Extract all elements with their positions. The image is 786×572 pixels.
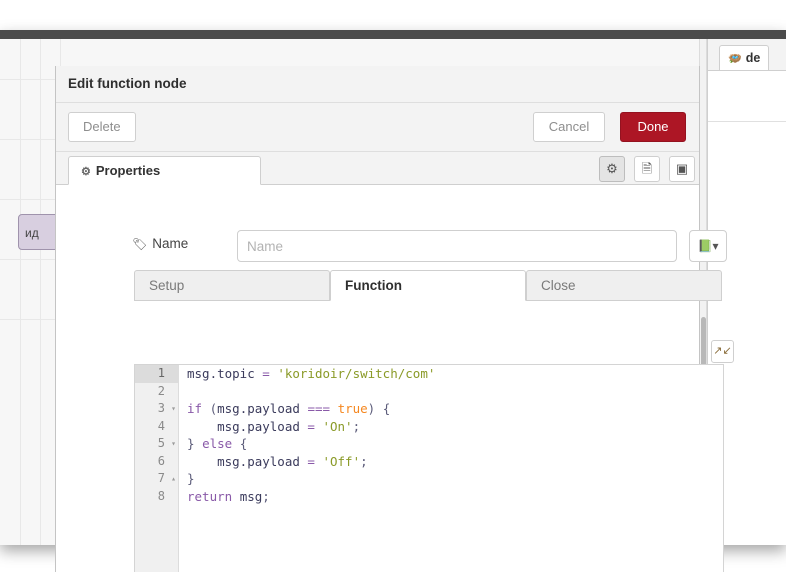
edit-function-node-dialog: Edit function node Delete Cancel Done ⚙ P… [55, 66, 734, 572]
code-token: = [307, 453, 315, 469]
code-token: msg.payload [217, 401, 300, 416]
dialog-toolbar: Delete Cancel Done [56, 103, 699, 152]
subtab-function[interactable]: Function [330, 270, 526, 301]
editor-line-number: 5 ▾ [135, 435, 178, 453]
editor-code-line: if (msg.payload === true) { [187, 400, 723, 418]
editor-line-number: 6 [157, 453, 165, 468]
gear-icon: ⚙ [81, 166, 91, 178]
tag-icon: 🏷 [132, 237, 148, 251]
subtab-close[interactable]: Close [526, 270, 722, 301]
code-token: ) { [367, 401, 391, 416]
bug-icon: 🪺 [728, 53, 742, 65]
grid-line [20, 39, 21, 545]
code-token: 'koridoir/switch/com' [277, 366, 436, 381]
code-fold-icon[interactable]: ▴ [171, 470, 176, 488]
code-token: msg.topic [187, 366, 255, 381]
code-token: true [337, 401, 368, 416]
name-label-text: Name [152, 236, 189, 251]
code-token: if [187, 401, 203, 416]
editor-code-area[interactable]: msg.topic = 'koridoir/switch/com' if (ms… [180, 365, 723, 572]
code-token: msg [239, 488, 263, 504]
editor-line-number: 4 [157, 418, 165, 433]
expand-editor-button[interactable]: ↗↙ [711, 340, 734, 363]
editor-line-number: 3 ▾ [135, 400, 178, 418]
code-token: ; [352, 418, 361, 434]
code-fold-icon[interactable]: ▾ [171, 400, 176, 418]
dialog-title: Edit function node [68, 76, 187, 91]
code-token: 'On' [322, 418, 353, 434]
dialog-tabbar: ⚙ Properties ⚙ 🗎 ▣ [56, 152, 699, 185]
editor-gutter: 1 2 3 ▾ 4 5 ▾ 6 7 ▴ 8 [135, 365, 179, 572]
editor-line-number: 8 [157, 488, 165, 503]
editor-line-number: 2 [157, 383, 165, 398]
editor-code-line: } [187, 470, 723, 488]
code-token: ( [202, 401, 218, 416]
name-label: 🏷 Name [132, 236, 188, 251]
code-token: { [232, 436, 248, 451]
tab-properties[interactable]: ⚙ Properties [68, 156, 261, 185]
code-token: 'Off' [322, 453, 361, 469]
code-token: msg.payload [187, 453, 300, 469]
code-token: = [262, 366, 270, 381]
function-subtabs: Setup Function Close [134, 270, 724, 301]
code-token: ; [262, 488, 270, 504]
editor-code-line: msg.topic = 'koridoir/switch/com' [187, 365, 723, 383]
dialog-header: Edit function node [56, 66, 699, 103]
subtab-setup[interactable]: Setup [134, 270, 330, 301]
app-window: ид 🪺de Edit function node Delete Cancel [0, 30, 786, 572]
gear-icon-button[interactable]: ⚙ [599, 156, 625, 182]
name-field-row: 🏷 Name 📗▾ [56, 226, 727, 268]
editor-line-number: 7 ▴ [135, 470, 178, 488]
library-button[interactable]: 📗▾ [689, 230, 727, 262]
code-token: ; [360, 453, 368, 469]
cancel-button[interactable]: Cancel [533, 112, 605, 142]
editor-code-line: msg.payload = 'On'; [187, 418, 723, 436]
done-button[interactable]: Done [620, 112, 686, 142]
sidebar-tabbar: 🪺 de [708, 39, 786, 71]
tab-properties-label: Properties [95, 163, 161, 178]
screenshot-root: ид 🪺de Edit function node Delete Cancel [0, 0, 786, 572]
code-editor[interactable]: 1 2 3 ▾ 4 5 ▾ 6 7 ▴ 8 msg.topic = 'koridoir/switch… [134, 364, 724, 572]
code-token: } [187, 471, 195, 486]
appearance-icon-button[interactable]: ▣ [669, 156, 695, 182]
sidebar-tab-debug-label: de [745, 51, 761, 65]
description-icon-button[interactable]: 🗎 [634, 156, 660, 182]
code-token: msg.payload [187, 418, 300, 434]
app-titlebar [0, 30, 786, 39]
code-token: === [307, 401, 331, 416]
editor-code-line: } else { [187, 435, 723, 453]
code-token: = [307, 418, 315, 434]
grid-line [40, 39, 41, 545]
code-token: return [187, 488, 233, 504]
sidebar-divider [708, 121, 786, 122]
scrollbar-thumb[interactable] [701, 317, 706, 369]
sidebar-tab-debug[interactable]: 🪺 de [719, 45, 770, 70]
code-token: else [202, 436, 233, 451]
code-token: } [187, 436, 203, 451]
editor-line-number: 1 [135, 365, 178, 383]
editor-code-line: return msg; [187, 488, 723, 506]
editor-code-line [187, 383, 723, 401]
delete-button[interactable]: Delete [68, 112, 136, 142]
name-input[interactable] [237, 230, 677, 262]
editor-code-line: msg.payload = 'Off'; [187, 453, 723, 471]
code-fold-icon[interactable]: ▾ [171, 435, 176, 453]
